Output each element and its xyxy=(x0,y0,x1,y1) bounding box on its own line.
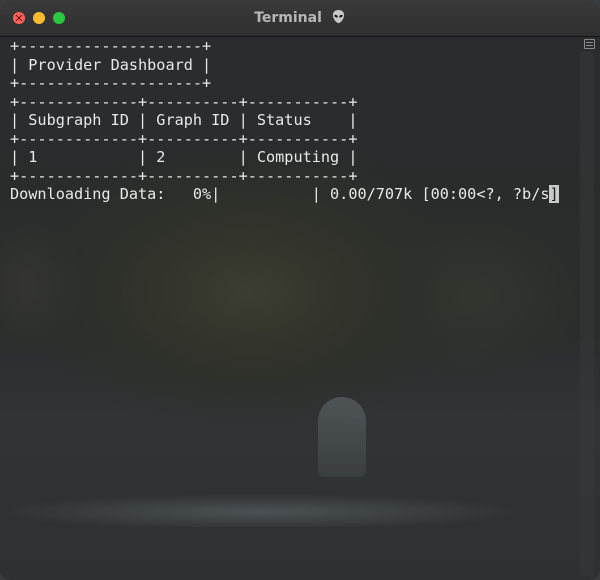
alien-icon xyxy=(331,9,346,28)
window-title: Terminal xyxy=(0,9,600,28)
output-line: +-------------+----------+-----------+ xyxy=(10,166,358,185)
title-bar[interactable]: Terminal xyxy=(0,0,600,37)
scrollbar[interactable] xyxy=(580,52,594,576)
terminal-window: Terminal +--------------------+ | Provid… xyxy=(0,0,600,580)
terminal-output[interactable]: +--------------------+ | Provider Dashbo… xyxy=(10,37,559,204)
window-title-text: Terminal xyxy=(254,10,322,26)
scroll-view-icon[interactable] xyxy=(584,39,595,49)
progress-line: Downloading Data: 0%| | 0.00/707k [00:00… xyxy=(10,185,550,203)
output-line: +--------------------+ xyxy=(10,74,212,92)
output-line: | Subgraph ID | Graph ID | Status | xyxy=(10,111,358,129)
output-line: | 1 | 2 | Computing | xyxy=(10,148,358,166)
output-line: +-------------+----------+-----------+ xyxy=(10,92,358,111)
output-line: +--------------------+ xyxy=(10,37,212,55)
sea-foam xyxy=(0,487,600,527)
text-cursor: ] xyxy=(549,185,559,203)
output-line: | Provider Dashboard | xyxy=(10,55,212,74)
output-line: +-------------+----------+-----------+ xyxy=(10,129,358,148)
rock-arch-opening xyxy=(318,397,366,477)
